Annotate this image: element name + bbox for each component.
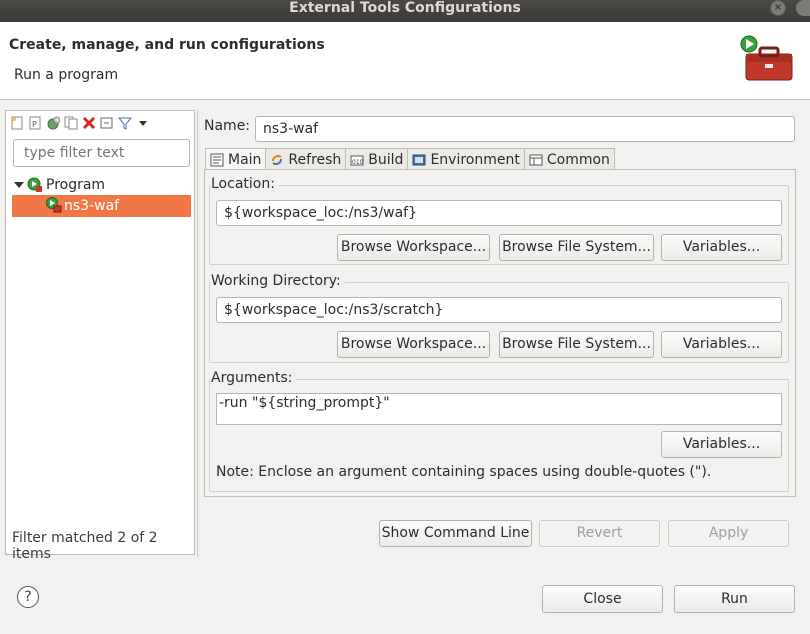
view-menu-icon[interactable] [135, 115, 151, 131]
main-tab-icon [210, 153, 224, 167]
name-field[interactable] [255, 116, 795, 142]
tab-common-label: Common [546, 151, 610, 168]
tab-build[interactable]: 010 Build [345, 148, 409, 170]
run-button[interactable]: Run [674, 585, 795, 613]
location-browse-file-system-button[interactable]: Browse File System... [499, 234, 654, 261]
help-icon[interactable]: ? [17, 586, 39, 608]
filter-icon[interactable] [117, 115, 133, 131]
workdir-browse-workspace-button[interactable]: Browse Workspace... [337, 331, 490, 358]
tab-refresh-label: Refresh [288, 151, 342, 168]
close-button[interactable]: Close [542, 585, 663, 613]
tree-item-selected[interactable]: ns3-waf [12, 195, 191, 217]
window-titlebar: External Tools Configurations × [0, 0, 810, 22]
header-subtitle: Run a program [14, 67, 119, 83]
location-label: Location: [211, 176, 279, 192]
window-maximize-button[interactable] [796, 0, 810, 16]
location-field[interactable] [216, 200, 782, 226]
tree-item-label: ns3-waf [64, 198, 120, 214]
location-browse-workspace-button[interactable]: Browse Workspace... [337, 234, 490, 261]
dialog-header: Create, manage, and run configurations R… [0, 22, 810, 100]
common-icon [529, 154, 543, 165]
config-tabs: Main Refresh 010 Build Environment Commo… [205, 148, 615, 171]
main-tab-content: Location: Browse Workspace... Browse Fil… [204, 169, 796, 497]
program-icon [27, 177, 42, 192]
environment-icon [412, 154, 426, 165]
workdir-variables-button[interactable]: Variables... [661, 331, 782, 358]
delete-icon[interactable] [81, 115, 97, 131]
svg-text:P: P [32, 120, 37, 129]
window-title: External Tools Configurations [289, 0, 521, 16]
tab-environment[interactable]: Environment [407, 148, 525, 170]
workdir-browse-file-system-button[interactable]: Browse File System... [499, 331, 654, 358]
duplicate-icon[interactable] [63, 115, 79, 131]
tab-main-label: Main [228, 152, 262, 168]
left-toolbar: P [9, 113, 151, 133]
arguments-note: Note: Enclose an argument containing spa… [216, 464, 712, 480]
program-config-icon [46, 197, 62, 213]
configuration-list-panel: P Program ns3-waf Filter matched 2 of 2 … [5, 110, 195, 562]
tab-refresh[interactable]: Refresh [265, 148, 347, 170]
tree-category-label: Program [46, 177, 106, 193]
tab-common[interactable]: Common [523, 148, 615, 170]
arguments-variables-button[interactable]: Variables... [661, 431, 782, 458]
header-title: Create, manage, and run configurations [9, 37, 325, 53]
show-command-line-button[interactable]: Show Command Line [379, 520, 532, 547]
working-directory-label: Working Directory: [211, 273, 345, 289]
location-variables-button[interactable]: Variables... [661, 234, 782, 261]
name-label: Name: [204, 118, 251, 134]
collapse-all-icon[interactable] [99, 115, 115, 131]
arguments-label: Arguments: [211, 370, 297, 386]
window-close-button[interactable]: × [770, 0, 786, 16]
build-icon: 010 [350, 155, 364, 166]
working-directory-group: Working Directory: Browse Workspace... B… [209, 273, 789, 363]
new-prototype-icon[interactable]: P [27, 115, 43, 131]
new-config-icon[interactable] [9, 115, 25, 131]
filter-input[interactable] [13, 139, 190, 167]
expand-triangle-icon[interactable] [14, 180, 24, 190]
tab-main[interactable]: Main [205, 148, 267, 171]
filter-status: Filter matched 2 of 2 items [12, 530, 158, 562]
arguments-group: Arguments: -run "${string_prompt}" Varia… [209, 370, 789, 492]
configuration-editor: Name: Main Refresh 010 Build Environment… [197, 110, 809, 557]
tree-item-program[interactable]: Program [14, 175, 105, 195]
location-group: Location: Browse Workspace... Browse Fil… [209, 176, 789, 265]
export-icon[interactable] [45, 115, 61, 131]
tab-build-label: Build [368, 151, 404, 168]
revert-button[interactable]: Revert [539, 520, 660, 547]
tab-environment-label: Environment [430, 151, 520, 168]
apply-button[interactable]: Apply [668, 520, 789, 547]
toolbox-run-icon [740, 34, 796, 90]
working-directory-field[interactable] [216, 297, 782, 323]
svg-text:010: 010 [352, 159, 364, 166]
arguments-field[interactable]: -run "${string_prompt}" [216, 393, 782, 425]
refresh-icon [272, 154, 283, 165]
